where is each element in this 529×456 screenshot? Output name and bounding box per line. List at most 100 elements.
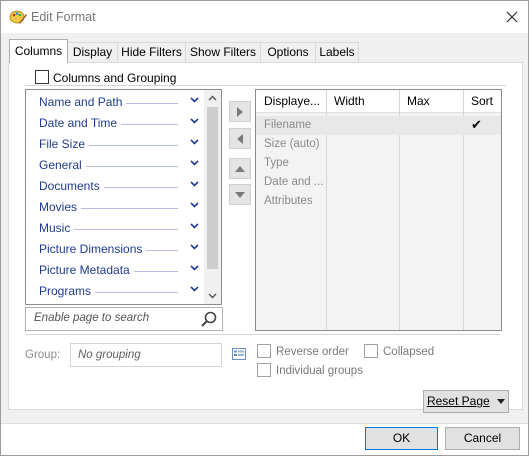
reverse-order-checkbox[interactable] <box>257 344 271 358</box>
edit-format-dialog: Edit Format Columns Display Hide Filters… <box>0 0 529 456</box>
list-item[interactable]: Documents <box>26 176 204 197</box>
column-search-box[interactable]: Enable page to search <box>25 307 223 331</box>
expand-chevron-icon[interactable] <box>190 178 199 190</box>
table-row[interactable]: Attributes <box>256 192 501 211</box>
move-down-button[interactable] <box>229 184 251 205</box>
arrow-down-icon <box>235 191 245 198</box>
list-scrollbar[interactable] <box>204 90 221 304</box>
expand-chevron-icon[interactable] <box>190 157 199 169</box>
tab-columns[interactable]: Columns <box>9 39 68 63</box>
expand-chevron-icon[interactable] <box>190 283 199 295</box>
cancel-button[interactable]: Cancel <box>445 427 520 450</box>
reverse-order-option[interactable]: Reverse order <box>257 344 349 358</box>
grouping-editor-icon[interactable] <box>232 348 246 360</box>
tab-display[interactable]: Display <box>67 42 118 62</box>
tab-show-filters[interactable]: Show Filters <box>185 42 261 62</box>
expand-chevron-icon[interactable] <box>190 241 199 253</box>
tab-labels[interactable]: Labels <box>315 42 359 62</box>
list-item-label: Name and Path <box>39 95 127 109</box>
list-item-label: Music <box>39 221 75 235</box>
list-item-label: Documents <box>39 179 104 193</box>
collapsed-checkbox[interactable] <box>364 344 378 358</box>
reverse-order-label: Reverse order <box>276 346 349 358</box>
row-column-name: Attributes <box>264 195 313 207</box>
ok-button[interactable]: OK <box>365 427 438 450</box>
close-icon <box>506 11 518 23</box>
individual-groups-label: Individual groups <box>276 365 363 377</box>
group-label: Group: <box>25 349 61 361</box>
scroll-down-button[interactable] <box>204 288 221 304</box>
section-divider <box>25 334 500 335</box>
close-window-button[interactable] <box>496 1 528 33</box>
available-columns-list[interactable]: Name and Path Date and Time File Size Ge… <box>25 89 222 305</box>
expand-chevron-icon[interactable] <box>190 199 199 211</box>
columns-and-grouping-toggle[interactable]: Columns and Grouping <box>33 70 179 85</box>
tab-options[interactable]: Options <box>260 42 316 62</box>
grouping-field[interactable]: No grouping <box>70 343 222 367</box>
chevron-up-icon <box>208 95 217 101</box>
expand-chevron-icon[interactable] <box>190 94 199 106</box>
list-item[interactable]: Date and Time <box>26 113 204 134</box>
table-row[interactable]: Filename ✔ <box>256 116 501 135</box>
title-bar: Edit Format <box>1 1 528 33</box>
list-item[interactable]: General <box>26 155 204 176</box>
expand-chevron-icon[interactable] <box>190 220 199 232</box>
sort-check-icon: ✔ <box>471 117 482 132</box>
individual-groups-option[interactable]: Individual groups <box>257 363 363 377</box>
footer-divider <box>1 423 528 424</box>
row-column-name: Date and ... <box>264 176 324 188</box>
group-box-border <box>25 85 506 86</box>
list-item-label: File Size <box>39 137 90 151</box>
table-row[interactable]: Size (auto) <box>256 135 501 154</box>
expand-chevron-icon[interactable] <box>190 136 199 148</box>
list-item[interactable]: File Size <box>26 134 204 155</box>
column-header-max[interactable]: Max <box>399 90 463 112</box>
dialog-body: Columns Display Hide Filters Show Filter… <box>1 33 528 423</box>
list-item[interactable]: Picture Metadata <box>26 260 204 281</box>
displayed-columns-grid[interactable]: Displaye... Width Max Sort Filename ✔ Si… <box>255 89 502 331</box>
expand-chevron-icon[interactable] <box>190 262 199 274</box>
reset-page-button[interactable]: Reset Page <box>423 390 509 413</box>
list-item[interactable]: Programs <box>26 281 204 302</box>
list-item[interactable]: Name and Path <box>26 92 204 113</box>
list-item[interactable]: Music <box>26 218 204 239</box>
move-up-button[interactable] <box>229 158 251 179</box>
arrow-left-icon <box>237 133 243 144</box>
row-column-name: Type <box>264 157 289 169</box>
window-title: Edit Format <box>31 10 96 24</box>
scrollbar-thumb[interactable] <box>207 107 218 269</box>
list-item[interactable]: Movies <box>26 197 204 218</box>
grid-header: Displaye... Width Max Sort <box>256 90 501 113</box>
search-icon[interactable] <box>200 310 218 328</box>
arrow-right-icon <box>237 106 243 117</box>
grouping-value: No grouping <box>78 349 141 361</box>
table-row[interactable]: Date and ... <box>256 173 501 192</box>
column-header-sort[interactable]: Sort <box>463 90 501 112</box>
dropdown-arrow-icon <box>497 399 506 404</box>
reset-page-label: Reset Page <box>426 394 490 408</box>
row-column-name: Size (auto) <box>264 138 320 150</box>
collapsed-option[interactable]: Collapsed <box>364 344 434 358</box>
column-header-width[interactable]: Width <box>326 90 399 112</box>
list-item-label: Date and Time <box>39 116 122 130</box>
edit-format-app-icon <box>9 10 27 24</box>
tab-hide-filters[interactable]: Hide Filters <box>117 42 186 62</box>
scroll-up-button[interactable] <box>204 90 221 106</box>
list-item-label: General <box>39 158 86 172</box>
remove-column-button[interactable] <box>229 128 251 149</box>
chevron-down-icon <box>208 293 217 299</box>
row-column-name: Filename <box>264 119 312 131</box>
individual-groups-checkbox[interactable] <box>257 363 271 377</box>
expand-chevron-icon[interactable] <box>190 115 199 127</box>
columns-and-grouping-label: Columns and Grouping <box>53 71 177 85</box>
list-item-label: Picture Dimensions <box>39 242 147 256</box>
list-item[interactable]: Picture Dimensions <box>26 239 204 260</box>
column-header-displayed[interactable]: Displaye... <box>256 90 326 112</box>
list-item-label: Picture Metadata <box>39 263 134 277</box>
add-column-button[interactable] <box>229 101 251 122</box>
columns-and-grouping-checkbox[interactable] <box>35 70 49 84</box>
list-item-label: Programs <box>39 284 96 298</box>
columns-tab-panel: Columns and Grouping Name and Path Date … <box>8 62 523 410</box>
table-row[interactable]: Type <box>256 154 501 173</box>
arrow-up-icon <box>235 165 245 172</box>
